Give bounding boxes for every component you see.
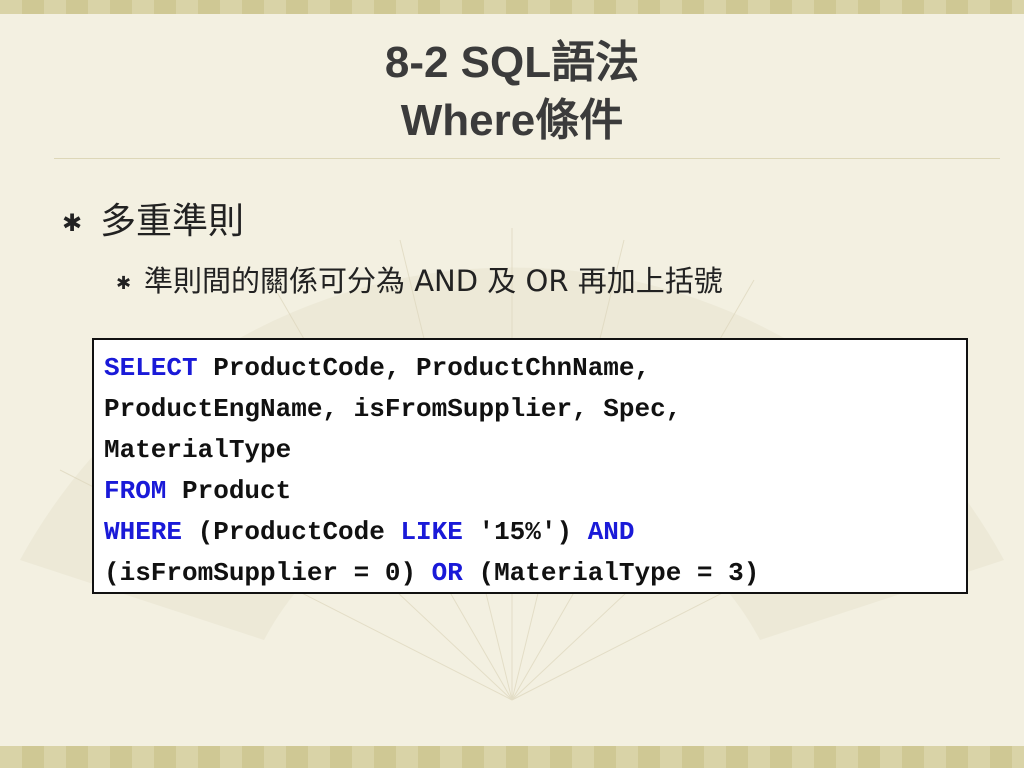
sql-code-box: SELECT ProductCode, ProductChnName, Produ… [92, 338, 968, 594]
code-text: (ProductCode [182, 517, 401, 547]
code-text: ProductCode, ProductChnName, [197, 353, 651, 383]
code-line-2: ProductEngName, isFromSupplier, Spec, [104, 394, 682, 424]
bullet-level2-text: 準則間的關係可分為 AND 及 OR 再加上括號 [144, 264, 723, 298]
bullet-level1: ✱ 多重準則 [62, 192, 244, 244]
sql-keyword-from: FROM [104, 476, 167, 506]
code-text: Product [166, 476, 292, 506]
bottom-decorative-band [0, 746, 1024, 768]
code-text: (MaterialType = 3) [462, 558, 760, 588]
slide-title: 8-2 SQL語法 Where條件 [0, 34, 1024, 150]
bullet-level1-text: 多重準則 [100, 201, 245, 242]
bullet-asterisk-icon: ✱ [116, 272, 132, 294]
bullet-asterisk-icon: ✱ [62, 209, 83, 237]
code-line-6: (isFromSupplier = 0) OR (MaterialType = … [104, 553, 956, 594]
bullet-level2: ✱ 準則間的關係可分為 AND 及 OR 再加上括號 [116, 258, 723, 300]
sql-keyword-or: OR [431, 558, 463, 588]
code-line-1: SELECT ProductCode, ProductChnName, [104, 348, 956, 389]
title-divider [54, 158, 1000, 159]
slide-title-line2: Where條件 [400, 96, 624, 145]
sql-keyword-and: AND [587, 517, 635, 547]
code-text: (isFromSupplier = 0) [104, 558, 432, 588]
code-line-5: WHERE (ProductCode LIKE '15%') AND [104, 512, 956, 553]
slide-title-line1: 8-2 SQL語法 [384, 38, 640, 87]
code-text: '15%') [462, 517, 588, 547]
sql-keyword-where: WHERE [104, 517, 183, 547]
code-line-3: MaterialType [104, 435, 292, 465]
sql-keyword-like: LIKE [400, 517, 463, 547]
sql-keyword-select: SELECT [104, 353, 198, 383]
code-line-4: FROM Product [104, 471, 956, 512]
